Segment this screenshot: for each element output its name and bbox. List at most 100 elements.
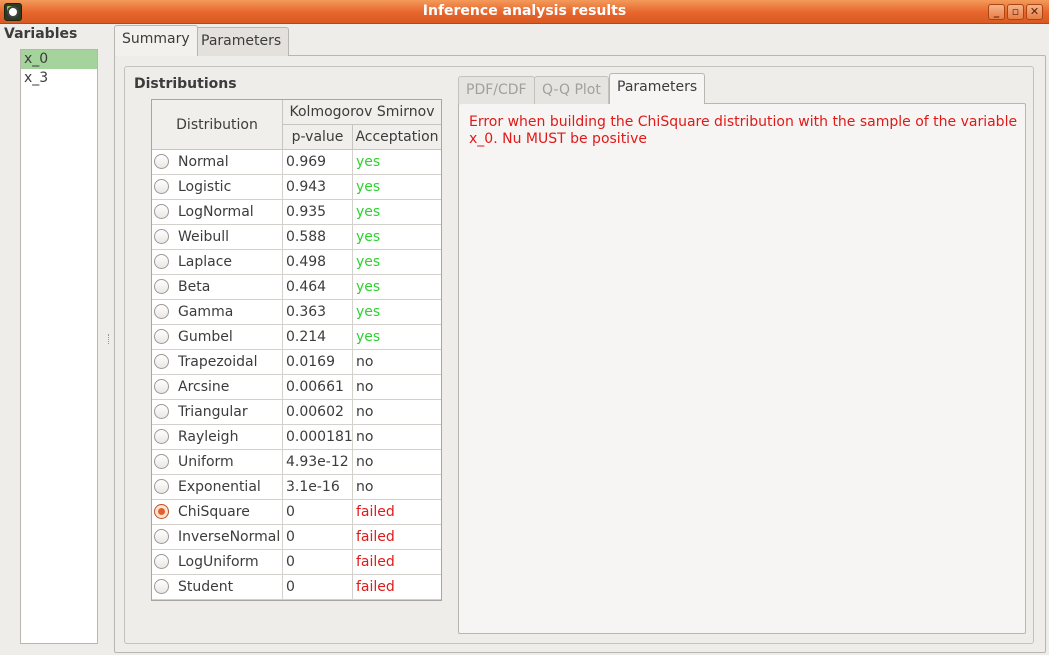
pvalue-cell: 0.498: [283, 250, 353, 274]
table-row[interactable]: ChiSquare 0 failed: [152, 500, 441, 525]
distribution-name-cell: Gamma: [152, 300, 283, 324]
distribution-radio[interactable]: [154, 504, 169, 519]
distribution-radio[interactable]: [154, 329, 169, 344]
table-row[interactable]: Weibull 0.588 yes: [152, 225, 441, 250]
distribution-name-cell: Student: [152, 575, 283, 599]
pvalue-cell: 4.93e-12: [283, 450, 353, 474]
distribution-radio[interactable]: [154, 404, 169, 419]
table-row[interactable]: Beta 0.464 yes: [152, 275, 441, 300]
distribution-name: LogNormal: [178, 204, 254, 220]
distribution-name-cell: LogNormal: [152, 200, 283, 224]
splitter-handle[interactable]: [108, 334, 111, 344]
table-row[interactable]: LogUniform 0 failed: [152, 550, 441, 575]
distribution-name-cell: Arcsine: [152, 375, 283, 399]
distribution-name: Uniform: [178, 454, 234, 470]
variables-label: Variables: [4, 26, 78, 42]
minimize-button[interactable]: _: [988, 4, 1005, 20]
distribution-radio[interactable]: [154, 379, 169, 394]
distribution-radio[interactable]: [154, 229, 169, 244]
tab-qq-plot[interactable]: Q-Q Plot: [534, 76, 609, 104]
distribution-name-cell: Weibull: [152, 225, 283, 249]
header-acceptation: Acceptation: [353, 125, 441, 150]
table-row[interactable]: Triangular 0.00602 no: [152, 400, 441, 425]
distribution-radio[interactable]: [154, 154, 169, 169]
variables-list[interactable]: x_0 x_3: [20, 49, 98, 644]
table-row[interactable]: Laplace 0.498 yes: [152, 250, 441, 275]
distribution-name: Gamma: [178, 304, 234, 320]
distribution-name: InverseNormal: [178, 529, 281, 545]
distribution-radio[interactable]: [154, 354, 169, 369]
distribution-name: Rayleigh: [178, 429, 239, 445]
distributions-title: Distributions: [134, 76, 237, 92]
distribution-radio[interactable]: [154, 554, 169, 569]
distribution-radio[interactable]: [154, 429, 169, 444]
distribution-radio[interactable]: [154, 529, 169, 544]
header-pvalue: p-value: [283, 125, 353, 150]
table-row[interactable]: Gamma 0.363 yes: [152, 300, 441, 325]
pvalue-cell: 0: [283, 525, 353, 549]
tab-pdf-cdf[interactable]: PDF/CDF: [458, 76, 535, 104]
pvalue-cell: 0.588: [283, 225, 353, 249]
error-message: Error when building the ChiSquare distri…: [469, 114, 1018, 147]
distribution-name-cell: Normal: [152, 150, 283, 174]
table-row[interactable]: Arcsine 0.00661 no: [152, 375, 441, 400]
close-button[interactable]: ✕: [1026, 4, 1043, 20]
acceptation-cell: no: [356, 379, 374, 395]
distribution-name: Weibull: [178, 229, 230, 245]
table-row[interactable]: Logistic 0.943 yes: [152, 175, 441, 200]
acceptation-cell: failed: [356, 579, 395, 595]
distribution-radio[interactable]: [154, 179, 169, 194]
acceptation-cell: failed: [356, 554, 395, 570]
tab-inner-parameters[interactable]: Parameters: [609, 73, 706, 104]
acceptation-cell: no: [356, 404, 374, 420]
restore-button[interactable]: ▫: [1007, 4, 1024, 20]
table-row[interactable]: Exponential 3.1e-16 no: [152, 475, 441, 500]
distribution-radio[interactable]: [154, 479, 169, 494]
acceptation-cell: no: [356, 479, 374, 495]
table-row[interactable]: Uniform 4.93e-12 no: [152, 450, 441, 475]
table-row[interactable]: Gumbel 0.214 yes: [152, 325, 441, 350]
table-row[interactable]: Rayleigh 0.000181 no: [152, 425, 441, 450]
table-row[interactable]: Normal 0.969 yes: [152, 150, 441, 175]
distribution-radio[interactable]: [154, 279, 169, 294]
pvalue-cell: 0.00661: [283, 375, 353, 399]
acceptation-cell: yes: [356, 279, 381, 295]
distribution-name-cell: Laplace: [152, 250, 283, 274]
table-row[interactable]: Student 0 failed: [152, 575, 441, 600]
distribution-name: ChiSquare: [178, 504, 250, 520]
distribution-name-cell: InverseNormal: [152, 525, 283, 549]
distribution-name-cell: Exponential: [152, 475, 283, 499]
table-row[interactable]: Trapezoidal 0.0169 no: [152, 350, 441, 375]
pvalue-cell: 0.0169: [283, 350, 353, 374]
distribution-name-cell: Logistic: [152, 175, 283, 199]
distribution-radio[interactable]: [154, 454, 169, 469]
pvalue-cell: 0: [283, 575, 353, 599]
distribution-name: Normal: [178, 154, 229, 170]
acceptation-cell: yes: [356, 229, 381, 245]
distribution-radio[interactable]: [154, 579, 169, 594]
acceptation-cell: no: [356, 429, 374, 445]
distribution-name: LogUniform: [178, 554, 259, 570]
pvalue-cell: 0.363: [283, 300, 353, 324]
distribution-radio[interactable]: [154, 304, 169, 319]
tab-parameters[interactable]: Parameters: [193, 27, 290, 56]
variable-item-x0[interactable]: x_0: [21, 50, 97, 69]
distribution-name: Trapezoidal: [178, 354, 258, 370]
table-row[interactable]: LogNormal 0.935 yes: [152, 200, 441, 225]
acceptation-cell: yes: [356, 204, 381, 220]
acceptation-cell: failed: [356, 529, 395, 545]
pvalue-cell: 0.464: [283, 275, 353, 299]
distribution-name: Triangular: [178, 404, 248, 420]
pvalue-cell: 0: [283, 550, 353, 574]
distribution-name-cell: Trapezoidal: [152, 350, 283, 374]
distributions-table: Distribution Kolmogorov Smirnov p-value …: [151, 99, 442, 601]
variable-item-x3[interactable]: x_3: [21, 69, 97, 88]
tab-summary[interactable]: Summary: [114, 25, 198, 56]
table-row[interactable]: InverseNormal 0 failed: [152, 525, 441, 550]
distribution-name-cell: Beta: [152, 275, 283, 299]
distribution-radio[interactable]: [154, 204, 169, 219]
distribution-radio[interactable]: [154, 254, 169, 269]
distribution-name: Logistic: [178, 179, 232, 195]
pvalue-cell: 0.000181: [283, 425, 353, 449]
distribution-name-cell: ChiSquare: [152, 500, 283, 524]
